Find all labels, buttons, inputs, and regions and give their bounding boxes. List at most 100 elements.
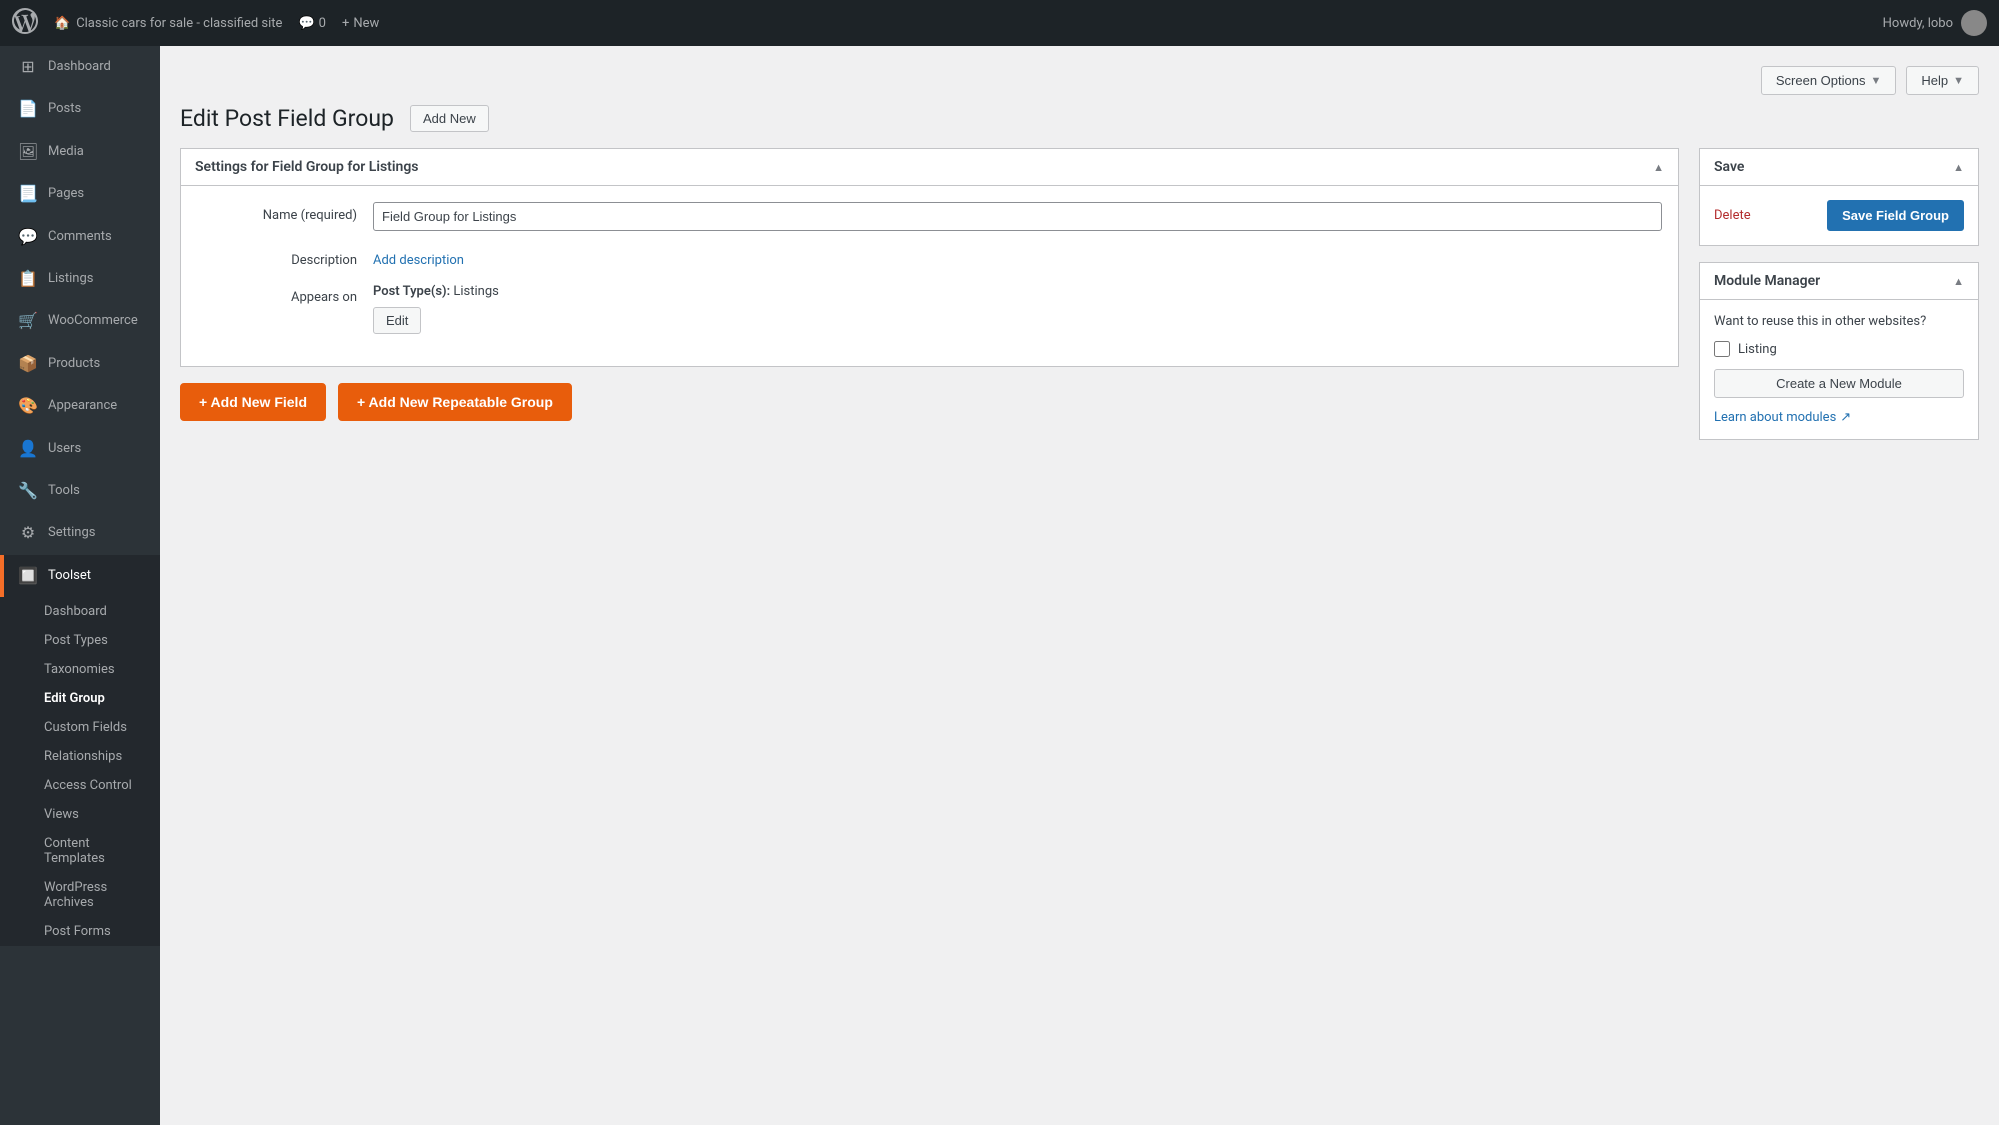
listings-icon: 📋 bbox=[18, 268, 38, 290]
settings-box-title: Settings for Field Group for Listings bbox=[195, 159, 419, 175]
add-field-label: + Add New Field bbox=[199, 394, 307, 410]
plus-icon: + bbox=[342, 16, 349, 31]
external-link-icon: ↗ bbox=[1840, 410, 1851, 425]
sidebar-label-comments: Comments bbox=[48, 228, 112, 246]
sidebar-item-settings[interactable]: ⚙ Settings bbox=[0, 512, 160, 554]
sidebar-item-dashboard[interactable]: ⊞ Dashboard bbox=[0, 46, 160, 88]
submenu-item-dashboard[interactable]: Dashboard bbox=[0, 597, 160, 626]
module-manager-title: Module Manager bbox=[1714, 273, 1820, 289]
adminbar-right: Howdy, lobo bbox=[1883, 10, 1987, 36]
right-sidebar: Save ▲ Delete Save Field Group Module Ma… bbox=[1699, 148, 1979, 456]
edit-button[interactable]: Edit bbox=[373, 307, 421, 334]
submenu-item-post-types[interactable]: Post Types bbox=[0, 626, 160, 655]
sidebar-item-media[interactable]: 🖼 Media bbox=[0, 131, 160, 173]
sidebar-item-woocommerce[interactable]: 🛒 WooCommerce bbox=[0, 300, 160, 342]
appears-on-text: Post Type(s): Listings bbox=[373, 284, 1662, 299]
submenu-item-relationships[interactable]: Relationships bbox=[0, 742, 160, 771]
sidebar-item-comments[interactable]: 💬 Comments bbox=[0, 216, 160, 258]
sidebar-item-pages[interactable]: 📃 Pages bbox=[0, 173, 160, 215]
create-module-button[interactable]: Create a New Module bbox=[1714, 369, 1964, 398]
sidebar-label-dashboard: Dashboard bbox=[48, 58, 111, 76]
name-label: Name (required) bbox=[197, 202, 357, 223]
save-box-title: Save bbox=[1714, 159, 1744, 175]
sidebar-item-appearance[interactable]: 🎨 Appearance bbox=[0, 385, 160, 427]
listing-checkbox-label[interactable]: Listing bbox=[1738, 342, 1777, 357]
main-panel: Settings for Field Group for Listings ▲ … bbox=[180, 148, 1679, 421]
module-manager-description: Want to reuse this in other websites? bbox=[1714, 314, 1964, 329]
woocommerce-icon: 🛒 bbox=[18, 310, 38, 332]
pages-icon: 📃 bbox=[18, 183, 38, 205]
learn-link-text: Learn about modules bbox=[1714, 410, 1836, 425]
submenu-item-edit-group[interactable]: Edit Group bbox=[0, 684, 160, 713]
comments-menu-icon: 💬 bbox=[18, 226, 38, 248]
toolset-icon: 🔲 bbox=[18, 565, 38, 587]
comments-icon: 💬 bbox=[298, 16, 314, 31]
sidebar-item-listings[interactable]: 📋 Listings bbox=[0, 258, 160, 300]
sidebar-label-toolset: Toolset bbox=[48, 567, 91, 585]
new-label: New bbox=[353, 16, 379, 31]
listing-checkbox[interactable] bbox=[1714, 341, 1730, 357]
site-home-icon: 🏠 bbox=[54, 16, 70, 31]
settings-box-header[interactable]: Settings for Field Group for Listings ▲ bbox=[181, 149, 1678, 186]
description-link-wrapper: Add description bbox=[373, 247, 1662, 268]
description-label: Description bbox=[197, 247, 357, 268]
module-collapse-icon: ▲ bbox=[1953, 275, 1964, 288]
sidebar-label-products: Products bbox=[48, 355, 100, 373]
submenu-item-content-templates[interactable]: Content Templates bbox=[0, 829, 160, 873]
sidebar-item-tools[interactable]: 🔧 Tools bbox=[0, 470, 160, 512]
sidebar-label-users: Users bbox=[48, 440, 81, 458]
collapse-icon: ▲ bbox=[1653, 161, 1664, 174]
adminbar-comments[interactable]: 💬 0 bbox=[298, 16, 326, 31]
sidebar-label-settings: Settings bbox=[48, 524, 95, 542]
adminbar-site[interactable]: 🏠 Classic cars for sale - classified sit… bbox=[54, 16, 282, 31]
wp-logo-icon[interactable] bbox=[12, 8, 38, 39]
main-content: Screen Options ▼ Help ▼ Edit Post Field … bbox=[160, 46, 1999, 1125]
learn-about-modules-link[interactable]: Learn about modules ↗ bbox=[1714, 410, 1964, 425]
name-input-wrapper bbox=[373, 202, 1662, 231]
submenu-item-custom-fields[interactable]: Custom Fields bbox=[0, 713, 160, 742]
module-manager-body: Want to reuse this in other websites? Li… bbox=[1700, 300, 1978, 439]
add-new-field-button[interactable]: + Add New Field bbox=[180, 383, 326, 421]
sidebar-label-media: Media bbox=[48, 143, 84, 161]
toolset-submenu: Dashboard Post Types Taxonomies Edit Gro… bbox=[0, 597, 160, 946]
submenu-item-wordpress-archives[interactable]: WordPress Archives bbox=[0, 873, 160, 917]
settings-icon: ⚙ bbox=[18, 522, 38, 544]
screen-options-button[interactable]: Screen Options ▼ bbox=[1761, 66, 1897, 95]
help-button[interactable]: Help ▼ bbox=[1906, 66, 1979, 95]
sidebar-item-users[interactable]: 👤 Users bbox=[0, 428, 160, 470]
sidebar-item-toolset[interactable]: 🔲 Toolset bbox=[0, 555, 160, 597]
submenu-item-views[interactable]: Views bbox=[0, 800, 160, 829]
posts-icon: 📄 bbox=[18, 98, 38, 120]
page-header: Edit Post Field Group Add New bbox=[180, 105, 1979, 132]
settings-box: Settings for Field Group for Listings ▲ … bbox=[180, 148, 1679, 367]
sidebar-item-posts[interactable]: 📄 Posts bbox=[0, 88, 160, 130]
save-box-body: Delete Save Field Group bbox=[1700, 186, 1978, 245]
dashboard-icon: ⊞ bbox=[18, 56, 38, 78]
admin-sidebar: ⊞ Dashboard 📄 Posts 🖼 Media 📃 Pages 💬 Co… bbox=[0, 46, 160, 1125]
save-field-group-button[interactable]: Save Field Group bbox=[1827, 200, 1964, 231]
page-title: Edit Post Field Group bbox=[180, 105, 394, 132]
products-icon: 📦 bbox=[18, 353, 38, 375]
users-icon: 👤 bbox=[18, 438, 38, 460]
submenu-item-taxonomies[interactable]: Taxonomies bbox=[0, 655, 160, 684]
adminbar-new[interactable]: + New bbox=[342, 16, 379, 31]
add-new-button[interactable]: Add New bbox=[410, 105, 489, 132]
submenu-item-access-control[interactable]: Access Control bbox=[0, 771, 160, 800]
add-new-repeatable-group-button[interactable]: + Add New Repeatable Group bbox=[338, 383, 572, 421]
help-label: Help bbox=[1921, 73, 1948, 88]
save-box: Save ▲ Delete Save Field Group bbox=[1699, 148, 1979, 246]
add-description-link[interactable]: Add description bbox=[373, 247, 464, 268]
sidebar-item-products[interactable]: 📦 Products bbox=[0, 343, 160, 385]
listing-checkbox-row: Listing bbox=[1714, 341, 1964, 357]
description-field-row: Description Add description bbox=[197, 247, 1662, 268]
sidebar-label-appearance: Appearance bbox=[48, 397, 117, 415]
save-actions: Delete Save Field Group bbox=[1714, 200, 1964, 231]
delete-link[interactable]: Delete bbox=[1714, 208, 1751, 223]
submenu-item-post-forms[interactable]: Post Forms bbox=[0, 917, 160, 946]
tools-icon: 🔧 bbox=[18, 480, 38, 502]
avatar bbox=[1961, 10, 1987, 36]
site-name: Classic cars for sale - classified site bbox=[76, 16, 282, 31]
module-manager-header[interactable]: Module Manager ▲ bbox=[1700, 263, 1978, 300]
name-input[interactable] bbox=[373, 202, 1662, 231]
save-box-header[interactable]: Save ▲ bbox=[1700, 149, 1978, 186]
